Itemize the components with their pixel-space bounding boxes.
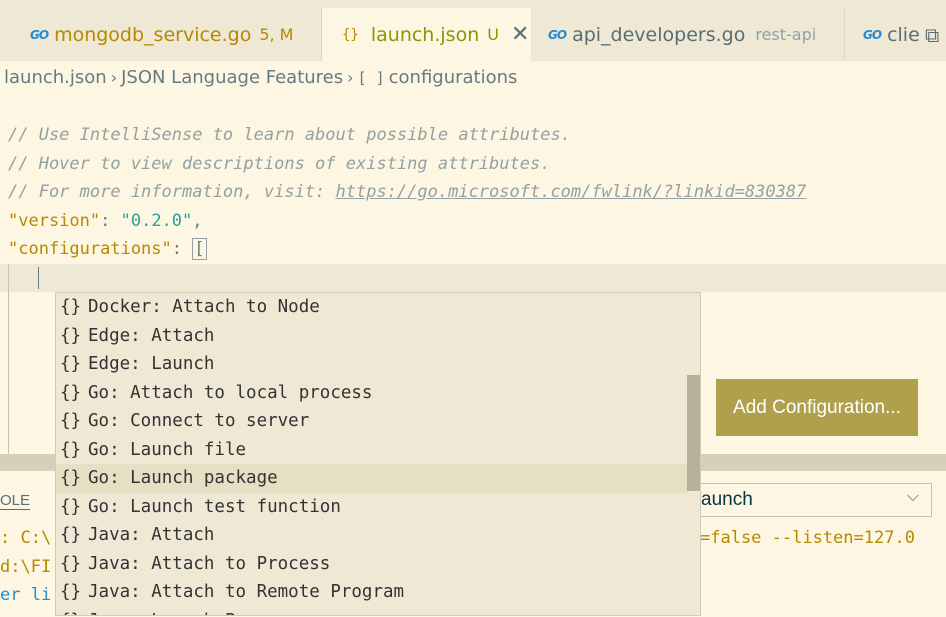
code-version-line: "version": "0.2.0",	[8, 211, 203, 231]
code-comment: // Hover to view descriptions of existin…	[8, 154, 551, 174]
go-file-icon: GO	[30, 27, 49, 42]
add-configuration-button[interactable]: Add Configuration...	[716, 379, 918, 436]
snippet-braces-icon: {}	[60, 297, 82, 317]
suggestion-scrollbar[interactable]	[687, 375, 700, 491]
suggestion-item[interactable]: {} Docker: Attach to Node	[56, 293, 688, 322]
tab-label: api_developers.go	[572, 23, 746, 46]
suggestion-list: {}Java: Launch Program{}Java: Attach to …	[55, 292, 701, 616]
suggestion-item[interactable]: {} Java: Attach to Remote Program	[56, 578, 688, 607]
terminal-line: =false --listen=127.0	[700, 528, 915, 548]
snippet-braces-icon: {}	[60, 607, 88, 616]
tab-label: clie	[887, 23, 920, 46]
code-comment: // For more information, visit:	[8, 182, 336, 202]
tab-launch-json[interactable]: {} launch.json U ✕	[322, 8, 531, 61]
suggestion-label: Go: Launch package	[88, 468, 278, 488]
array-icon: [ ]	[357, 68, 385, 87]
snippet-braces-icon: {}	[60, 496, 82, 517]
code-comment: // Use IntelliSense to learn about possi…	[8, 125, 571, 145]
launch-config-select[interactable]: aunch ⌵	[690, 483, 932, 517]
suggestion-item[interactable]: {} Go: Launch test function	[56, 493, 688, 522]
breadcrumb-file[interactable]: launch.json	[4, 67, 107, 88]
code-configurations-line: "configurations": [	[8, 238, 207, 260]
matched-bracket: [	[192, 238, 207, 260]
snippet-braces-icon: {}	[60, 582, 82, 602]
suggestion-label: Go: Launch test function	[88, 496, 341, 517]
tab-badge: U	[487, 25, 499, 44]
snippet-braces-icon: {}	[60, 553, 82, 574]
split-editor-button[interactable]: ⧉	[925, 8, 946, 61]
go-file-icon: GO	[548, 27, 567, 42]
suggestion-label: Java: Attach to Process	[88, 553, 331, 574]
current-line-highlight	[0, 264, 946, 292]
snippet-braces-icon: {}	[60, 439, 82, 460]
tab-badge: 5, M	[259, 25, 294, 44]
terminal-line: d:\FI	[0, 557, 52, 577]
snippet-braces-icon: {}	[60, 468, 82, 488]
suggestion-item[interactable]: {} Java: Attach	[56, 521, 688, 550]
chevron-down-icon: ⌵	[906, 488, 919, 505]
terminal-line: : C:\	[0, 528, 52, 548]
split-editor-icon: ⧉	[925, 22, 940, 47]
suggestion-label: Docker: Attach to Node	[88, 297, 320, 317]
json-file-icon: {}	[342, 26, 359, 43]
go-file-icon: GO	[863, 27, 882, 42]
docs-link[interactable]: https://go.microsoft.com/fwlink/?linkid=…	[336, 182, 807, 202]
suggestion-item[interactable]: {} Edge: Attach	[56, 322, 688, 351]
suggestion-label: Go: Attach to local process	[88, 382, 373, 403]
chevron-right-icon: ›	[110, 67, 118, 87]
indent-guide	[8, 264, 9, 454]
suggestion-label: Go: Connect to server	[88, 411, 310, 431]
breadcrumb-symbol[interactable]: [ ] configurations	[358, 67, 518, 88]
snippet-braces-icon: {}	[60, 411, 82, 431]
breadcrumb-section[interactable]: JSON Language Features	[121, 67, 343, 88]
snippet-braces-icon: {}	[60, 325, 82, 346]
tab-client[interactable]: GO clie	[845, 8, 925, 61]
suggestion-item[interactable]: {} Go: Launch file	[56, 436, 688, 465]
tab-description: rest-api	[755, 25, 817, 44]
suggestion-item[interactable]: {}Java: Launch Program	[56, 607, 688, 616]
snippet-braces-icon: {}	[60, 382, 82, 403]
json-string-value: "0.2.0"	[120, 211, 193, 231]
suggestion-item[interactable]: {} Java: Attach to Process	[56, 550, 688, 579]
tab-mongodb-service[interactable]: GO mongodb_service.go 5, M	[0, 8, 322, 61]
chevron-right-icon: ›	[347, 67, 354, 87]
tab-api-developers[interactable]: GO api_developers.go rest-api	[531, 8, 845, 61]
terminal-line: er li	[0, 585, 52, 605]
suggestion-label: Java: Launch Program	[88, 611, 299, 616]
suggestion-item[interactable]: {} Go: Launch package	[56, 464, 688, 493]
snippet-braces-icon: {}	[60, 354, 82, 374]
suggestion-item[interactable]: {} Go: Connect to server	[56, 407, 688, 436]
json-key: "configurations"	[8, 239, 172, 259]
snippet-braces-icon: {}	[60, 525, 82, 545]
suggestion-label: Edge: Launch	[88, 354, 215, 374]
suggestion-label: Edge: Attach	[88, 325, 215, 346]
suggestion-label: Java: Attach	[88, 525, 215, 545]
close-icon[interactable]: ✕	[511, 22, 529, 47]
json-key: "version"	[8, 211, 101, 231]
breadcrumb: launch.json › JSON Language Features › […	[0, 61, 946, 93]
breadcrumb-symbol-label: configurations	[388, 66, 518, 88]
text-cursor	[38, 267, 39, 289]
tab-label: mongodb_service.go	[54, 23, 252, 46]
panel-tab-console[interactable]: OLE	[0, 492, 31, 510]
code-comment-link-line: // For more information, visit: https://…	[8, 178, 806, 206]
suggestion-label: Go: Launch file	[88, 439, 247, 460]
suggestion-item[interactable]: {} Edge: Launch	[56, 350, 688, 379]
suggestion-label: Java: Attach to Remote Program	[88, 582, 405, 602]
tab-label: launch.json	[370, 23, 480, 46]
tab-bar: GO mongodb_service.go 5, M {} launch.jso…	[0, 0, 946, 61]
suggestion-item[interactable]: {} Go: Attach to local process	[56, 379, 688, 408]
launch-config-value: aunch	[701, 489, 753, 510]
